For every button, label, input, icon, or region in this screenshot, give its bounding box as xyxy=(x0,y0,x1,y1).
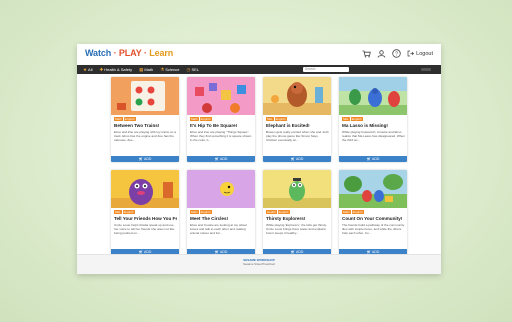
add-label: ADD xyxy=(144,157,152,161)
tab-label: Science xyxy=(165,67,180,72)
science-icon: ⚗ xyxy=(160,66,165,72)
video-thumbnail[interactable] xyxy=(339,77,407,115)
language-tag: English xyxy=(350,117,363,121)
card-description: Elmo and Zoe are playing "Things Square"… xyxy=(190,130,252,142)
cart-icon: 🛒︎ xyxy=(214,157,220,161)
video-thumbnail[interactable] xyxy=(187,170,255,208)
cart-icon: 🛒︎ xyxy=(138,157,144,161)
app-window: Watch · PLAY · Learn ? Logout ★ All ✚ Heal… xyxy=(77,44,441,274)
video-card[interactable]: SEL English Tell Your Friends How You Fee… xyxy=(111,170,179,255)
subject-tag: Math xyxy=(190,210,199,214)
add-label: ADD xyxy=(372,157,380,161)
subject-tag: SEL xyxy=(114,210,122,214)
card-title[interactable]: Elephant is Excited! xyxy=(266,123,329,128)
card-description: Elmo and Zoe are playing with toy trains… xyxy=(114,130,176,142)
card-title[interactable]: Thirsty Explorers! xyxy=(266,216,329,221)
language-tag: English xyxy=(122,210,135,214)
card-title[interactable]: Count On Your Community! xyxy=(342,216,405,221)
video-card[interactable]: Health English Thirsty Explorers! While p… xyxy=(263,170,331,255)
tab-all[interactable]: ★ All xyxy=(83,67,93,73)
add-button[interactable]: 🛒︎ ADD xyxy=(187,156,255,162)
tab-label: Health & Safety xyxy=(104,67,133,72)
header-bar: Watch · PLAY · Learn ? Logout xyxy=(77,44,441,65)
star-icon: ★ xyxy=(83,66,88,72)
language-tag: English xyxy=(199,210,212,214)
add-label: ADD xyxy=(296,157,304,161)
tab-health-safety[interactable]: ✚ Health & Safety xyxy=(100,67,133,73)
card-title[interactable]: Meet The Circles! xyxy=(190,216,253,221)
help-icon[interactable]: ? xyxy=(392,49,401,58)
math-icon: ▦ xyxy=(139,66,144,72)
subject-tag: Math xyxy=(342,210,351,214)
video-thumbnail[interactable] xyxy=(111,170,179,208)
card-description: The friends build a pathway of the commu… xyxy=(342,223,405,235)
card-description: Uncle Louie helps Rosita speak up and us… xyxy=(114,223,175,235)
add-button[interactable]: 🛒︎ ADD xyxy=(339,156,407,162)
logo-play: · PLAY · xyxy=(111,48,150,58)
video-card[interactable]: Math English Meet The Circles! Elmo and C… xyxy=(187,170,255,255)
logo-watch: Watch xyxy=(85,48,112,58)
tab-label: Math xyxy=(144,67,154,72)
card-description: Elmo and Cookie are looking at toy wheel… xyxy=(190,223,247,235)
app-logo[interactable]: Watch · PLAY · Learn xyxy=(85,48,173,58)
logo-learn: Learn xyxy=(149,48,174,58)
card-title[interactable]: Tell Your Friends How You Feel! xyxy=(114,216,177,221)
video-card[interactable]: Math English Between Two Trains! Elmo and… xyxy=(111,77,179,162)
card-description: While playing hopscotch, Annette and Elm… xyxy=(342,130,405,142)
language-tag: English xyxy=(123,117,136,121)
header-actions: ? Logout xyxy=(362,49,433,58)
video-card[interactable]: Math English Count On Your Community! The… xyxy=(339,170,407,255)
card-description: Bowen gets really excited when she and J… xyxy=(266,130,329,142)
add-label: ADD xyxy=(220,157,228,161)
video-thumbnail[interactable] xyxy=(263,77,331,115)
video-thumbnail[interactable] xyxy=(187,77,255,115)
cart-icon: 🛒︎ xyxy=(290,157,296,161)
card-title[interactable]: Between Two Trains! xyxy=(114,123,177,128)
subject-tag: Math xyxy=(114,117,123,121)
language-tag: English xyxy=(277,210,290,214)
footer-logo[interactable]: SESAME WORKSHOP Sesame Street Preschool xyxy=(243,258,275,266)
subject-tag: SEL xyxy=(266,117,274,121)
cart-icon[interactable] xyxy=(362,49,371,58)
nav-menu-toggle[interactable] xyxy=(421,68,431,71)
language-tag: English xyxy=(351,210,364,214)
tab-label: All xyxy=(88,67,93,72)
category-nav: ★ All ✚ Health & Safety ▦ Math ⚗ Science ◷ SE… xyxy=(77,65,441,74)
health-icon: ✚ xyxy=(99,66,104,72)
user-icon[interactable] xyxy=(377,49,386,58)
logout-icon xyxy=(407,50,415,57)
card-description: While playing 'Explorers', the kids get … xyxy=(266,223,327,235)
video-card[interactable]: SEL English Elephant is Excited! Bowen ge… xyxy=(263,77,331,162)
tab-science[interactable]: ⚗ Science xyxy=(160,67,179,73)
logout-button[interactable]: Logout xyxy=(407,50,433,57)
add-button[interactable]: 🛒︎ ADD xyxy=(263,156,331,162)
subject-tag: Math xyxy=(190,117,199,121)
card-title[interactable]: It's Hip To Be Square! xyxy=(190,123,253,128)
subject-tag: SEL xyxy=(342,117,350,121)
video-thumbnail[interactable] xyxy=(263,170,331,208)
sel-icon: ◷ xyxy=(186,66,191,72)
svg-text:?: ? xyxy=(395,51,398,57)
logout-label: Logout xyxy=(416,50,433,57)
video-card[interactable]: SEL English Ma Lasso is Missing! While pl… xyxy=(339,77,407,162)
video-thumbnail[interactable] xyxy=(339,170,407,208)
video-thumbnail[interactable] xyxy=(111,77,179,115)
subject-tag: Health xyxy=(266,210,277,214)
language-tag: English xyxy=(274,117,287,121)
card-title[interactable]: Ma Lasso is Missing! xyxy=(342,123,405,128)
language-tag: English xyxy=(199,117,212,121)
search-input[interactable]: Search xyxy=(303,67,349,72)
cart-icon: 🛒︎ xyxy=(366,157,372,161)
add-button[interactable]: 🛒︎ ADD xyxy=(111,156,179,162)
tab-sel[interactable]: ◷ SEL xyxy=(187,67,200,73)
page-footer: SESAME WORKSHOP Sesame Street Preschool xyxy=(77,254,441,274)
tab-label: SEL xyxy=(191,67,200,72)
footer-tagline: Sesame Street Preschool xyxy=(243,261,275,266)
video-card[interactable]: Math English It's Hip To Be Square! Elmo … xyxy=(187,77,255,162)
tab-math[interactable]: ▦ Math xyxy=(139,67,153,73)
